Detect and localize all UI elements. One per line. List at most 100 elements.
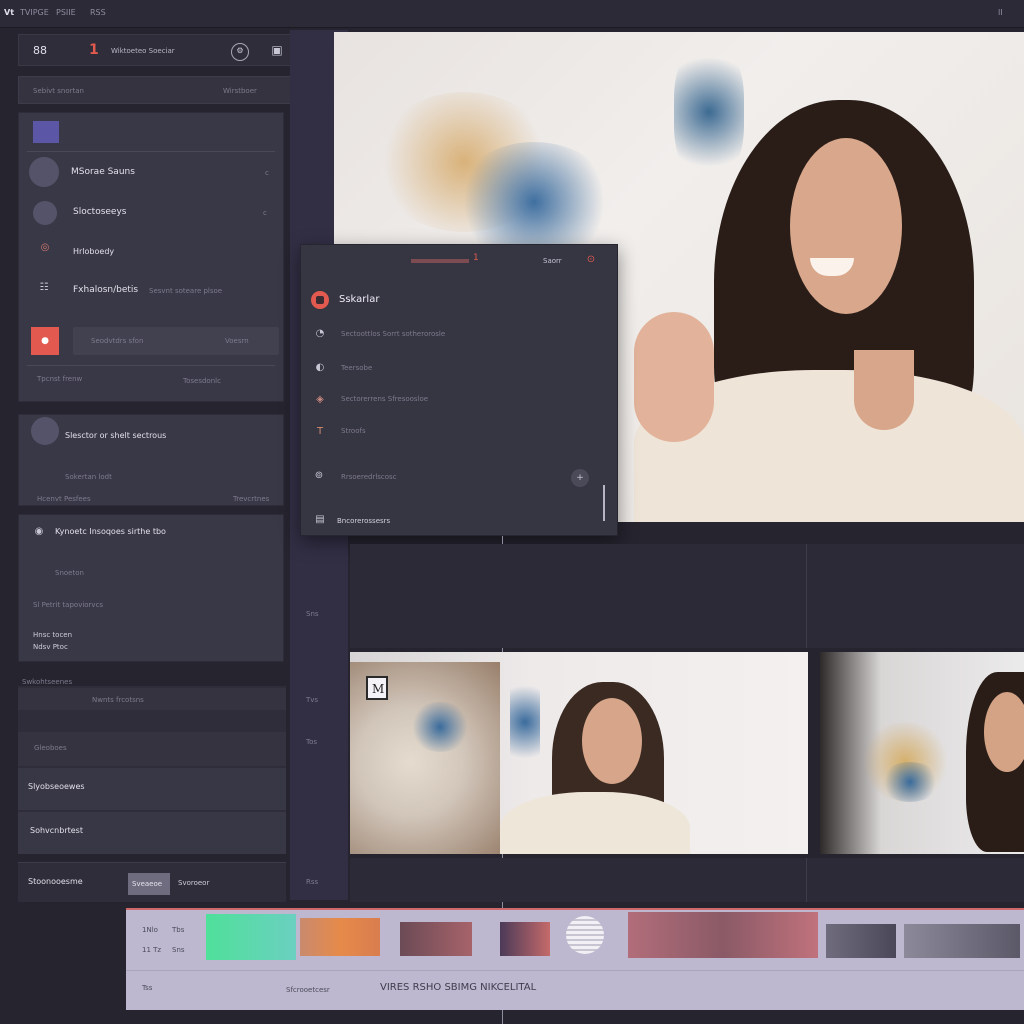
clock-icon: ◔ (315, 328, 325, 339)
menu-item-1[interactable]: TVIPGE (20, 8, 49, 17)
search-input[interactable]: Sebivt snortan (33, 87, 84, 95)
audio-icon: ⊚ (314, 470, 324, 481)
menu-item-3[interactable]: RSS (90, 8, 106, 17)
menu-item[interactable]: Rrsoeredrlscosc (341, 473, 397, 481)
counter-label: 88 (33, 44, 47, 57)
layers-panel: MSorae Sauns c Sloctoseeys c ◎ Hrloboedy… (18, 112, 284, 402)
window-controls[interactable]: II (998, 8, 1003, 17)
panel-subtitle: Sokertan lodt (65, 473, 112, 481)
track-area (350, 544, 1024, 648)
color-icon: ◈ (316, 394, 324, 405)
clip-thumbnail-2[interactable] (820, 652, 1024, 854)
panel-footer-right: Trevcrtnes (233, 495, 270, 503)
search-right-label: Wirstboer (223, 87, 257, 95)
footer-badge[interactable]: Sveaeoe (128, 873, 170, 895)
strip-label: Tos (306, 738, 318, 746)
list-item[interactable]: Fxhalosn/betis (73, 285, 138, 295)
clip-block[interactable] (206, 914, 296, 960)
section-title: Swkohtseenes (22, 678, 73, 686)
clip-block[interactable] (400, 922, 472, 956)
menu-item[interactable]: Teersobe (341, 364, 372, 372)
clip-circle-icon[interactable] (566, 916, 604, 954)
marker-indicator: 1 (473, 253, 479, 263)
thumb-badge: M (366, 676, 388, 700)
avatar (33, 201, 57, 225)
effects-panel: Slesctor or shelt sectrous Sokertan lodt… (18, 414, 284, 506)
track-row (350, 858, 1024, 902)
property-label: Snoeton (55, 569, 84, 577)
palette-icon: ◎ (40, 242, 50, 253)
menu-item[interactable]: Stroofs (341, 427, 366, 435)
image-icon[interactable]: ▣ (269, 43, 285, 59)
panel-footer-left: Tpcnst frenw (37, 375, 83, 383)
clip-block[interactable] (904, 924, 1020, 958)
list-item[interactable]: Hrloboedy (73, 247, 114, 256)
clip-thumbnail-1[interactable]: M (350, 652, 808, 854)
panel-title: Kynoetc Insoqoes sirthe tbo (55, 527, 166, 536)
panel-title: Slesctor or shelt sectrous (65, 431, 167, 440)
properties-panel: ◉ Kynoetc Insoqoes sirthe tbo Snoeton Sl… (18, 514, 284, 662)
eye-icon[interactable]: ◉ (31, 525, 47, 541)
footer-label: Stoonooesme (28, 877, 83, 886)
progress-track (411, 259, 469, 263)
avatar (29, 157, 59, 187)
search-bar[interactable]: Sebivt snortan Wirstboer (18, 76, 296, 104)
title-bar: Vt TVIPGE PSIIE RSS II (0, 0, 1024, 28)
left-footer: Stoonooesme Sveaeoe Svoroeor (18, 862, 286, 902)
list-item[interactable]: MSorae Sauns (71, 167, 135, 177)
left-toolbar: 88 1 Wiktoeteo Soeciar ⚙ ▣ (18, 34, 296, 66)
record-button[interactable]: ● (31, 327, 59, 355)
text-icon: T (316, 426, 324, 437)
row[interactable]: Slyobseoewes (18, 768, 286, 810)
track-label: 11 Tz (142, 946, 162, 954)
add-button[interactable]: + (571, 469, 589, 487)
list-item-meta: c (263, 209, 267, 217)
record-icon: ● (41, 336, 49, 346)
menu-title-icon (311, 291, 329, 309)
footer-small-label: Sfcrooetcesr (286, 986, 330, 994)
list-item[interactable]: Sloctoseeys (73, 207, 126, 217)
menu-item[interactable]: Bncorerossesrs (337, 517, 390, 525)
timeline-title: VIRES RSHO SBIMG NIKCELITAL (380, 982, 537, 993)
marker-indicator: 1 (89, 42, 99, 58)
strip-label: Rss (306, 878, 319, 886)
row[interactable]: Nwnts frcotsns (18, 688, 286, 710)
close-icon[interactable]: ⊙ (583, 253, 599, 267)
panel-footer-right: Tosesdonlc (183, 377, 221, 385)
clip-block[interactable] (826, 924, 896, 958)
property-label: Hnsc tocen (33, 631, 73, 639)
popup-header-label: Saorr (543, 257, 562, 265)
context-menu: 1 Saorr ⊙ Sskarlar ◔ Sectoottlos Sorrt s… (300, 244, 618, 536)
text-field[interactable]: Seodvtdrs sfon Voesrn (73, 327, 279, 355)
strip-label: Tvs (306, 696, 319, 704)
clip-block[interactable] (628, 912, 818, 958)
clip-block[interactable] (500, 922, 550, 956)
list-item-meta: Sesvnt soteare plsoe (149, 287, 223, 295)
menu-item-2[interactable]: PSIIE (56, 8, 76, 17)
avatar (31, 417, 59, 445)
speed-icon: ◐ (315, 362, 325, 373)
menu-item[interactable]: Sectoottlos Sorrt sotherorosle (341, 330, 445, 338)
app-logo: Vt (4, 8, 15, 17)
export-icon: ▤ (315, 514, 325, 525)
track-label: 1Nlo (142, 926, 158, 934)
track-value: Tbs (172, 926, 185, 934)
property-label: Ndsv Ptoc (33, 643, 68, 651)
menu-item[interactable]: Sectorerrens Sfresoosloe (341, 395, 428, 403)
row[interactable]: Sohvcnbrtest (18, 812, 286, 854)
property-label: Sl Petrit tapoviorvcs (33, 601, 104, 609)
strip-label: Sns (306, 610, 319, 618)
footer-icon-label: Tss (142, 984, 153, 992)
panel-footer-left: Hcenvt Pesfees (37, 495, 91, 503)
layers-icon: ☷ (39, 282, 49, 293)
lower-panel: Swkohtseenes Nwnts frcotsns Gleoboes Sly… (18, 678, 286, 854)
list-item-meta: c (265, 169, 269, 177)
track-value: Sns (172, 946, 185, 954)
layer-thumb-active[interactable] (33, 121, 59, 143)
settings-icon[interactable]: ⚙ (231, 43, 249, 61)
toolbar-title: Wiktoeteo Soeciar (111, 47, 175, 55)
clip-block[interactable] (300, 918, 380, 956)
footer-value: Svoroeor (178, 879, 210, 887)
scrollbar[interactable] (603, 485, 605, 521)
row[interactable]: Gleoboes (18, 732, 286, 766)
